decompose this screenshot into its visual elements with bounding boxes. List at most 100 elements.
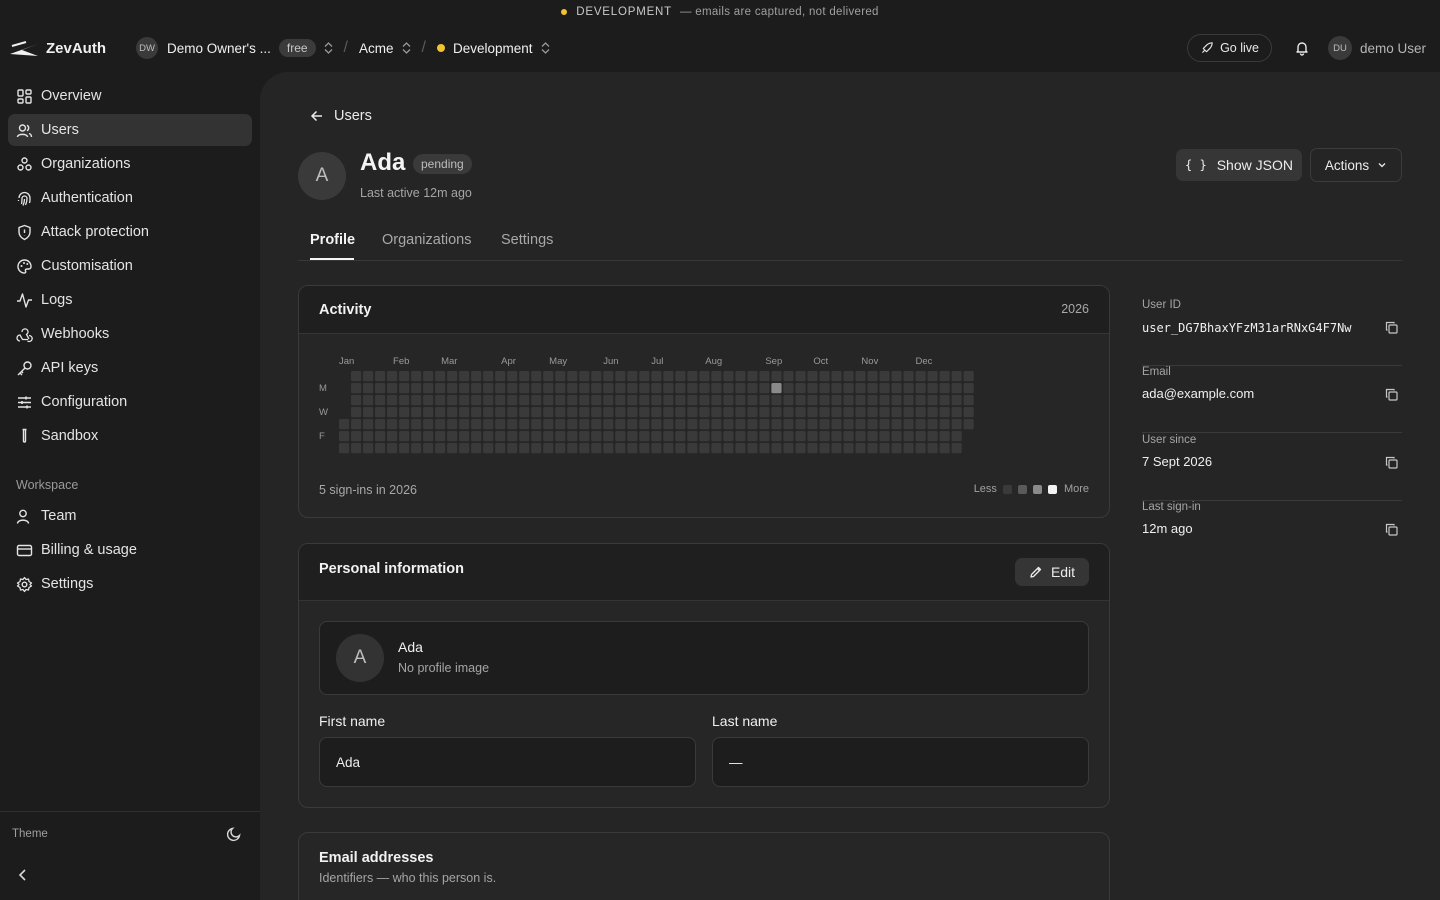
heatmap-cell [459, 383, 470, 394]
heatmap-cell [495, 371, 506, 382]
environment-name: Development [452, 40, 533, 56]
sidebar-item-settings[interactable]: Settings [8, 568, 252, 600]
collapse-sidebar-icon[interactable] [16, 868, 30, 885]
heatmap-cell [879, 419, 890, 430]
heatmap-cell [735, 431, 746, 442]
heatmap-cell [375, 443, 386, 454]
heatmap-cell [819, 371, 830, 382]
sidebar-item-api-keys[interactable]: API keys [8, 352, 252, 384]
sidebar: Overview Users Organizations Authenticat… [0, 72, 260, 900]
heatmap-cell [651, 443, 662, 454]
tab-settings[interactable]: Settings [501, 232, 553, 248]
heatmap-cell [399, 407, 410, 418]
environment-dot [561, 9, 568, 15]
copy-icon[interactable] [1385, 388, 1398, 404]
sidebar-item-attack-protection[interactable]: Attack protection [8, 216, 252, 248]
activity-title: Activity [319, 302, 372, 318]
legend-less: Less [973, 483, 997, 495]
sidebar-item-sandbox[interactable]: Sandbox [8, 420, 252, 452]
sidebar-item-billing[interactable]: Billing & usage [8, 534, 252, 566]
heatmap-cell [651, 371, 662, 382]
heatmap-cell [783, 383, 794, 394]
heatmap-cell [843, 419, 854, 430]
heatmap-cell [819, 395, 830, 406]
profile-avatar[interactable]: A [336, 634, 384, 682]
last-name-label: Last name [712, 713, 778, 729]
edit-button[interactable]: Edit [1015, 558, 1089, 586]
heatmap-cell [435, 419, 446, 430]
heatmap-cell [651, 431, 662, 442]
sidebar-item-overview[interactable]: Overview [8, 80, 252, 112]
heatmap-cell [507, 443, 518, 454]
heatmap-cell [651, 407, 662, 418]
heatmap-cell [531, 371, 542, 382]
heatmap-cell [891, 419, 902, 430]
copy-icon[interactable] [1385, 523, 1398, 539]
workspace-section-label: Workspace [16, 478, 79, 492]
heatmap-cell [891, 383, 902, 394]
activity-card: Activity 2026 Jan Feb Mar Apr May Jun Jul Aug Se… [298, 285, 1110, 518]
sidebar-item-webhooks[interactable]: Webhooks [8, 318, 252, 350]
user-menu[interactable]: DU demo User [1327, 36, 1426, 60]
heatmap-cell [687, 383, 698, 394]
heatmap-cell [627, 371, 638, 382]
environment-switcher[interactable]: Development [436, 40, 550, 56]
edit-label: Edit [1050, 564, 1076, 580]
heatmap-cell [807, 407, 818, 418]
sidebar-item-label: Organizations [41, 156, 131, 172]
heatmap-cell [831, 443, 842, 454]
show-json-button[interactable]: { } Show JSON [1176, 149, 1302, 181]
actions-button[interactable]: Actions [1310, 148, 1402, 182]
heatmap-cell [891, 431, 902, 442]
heatmap-cell [651, 419, 662, 430]
heatmap-cell [399, 431, 410, 442]
heatmap-cell [891, 443, 902, 454]
tab-profile[interactable]: Profile [310, 232, 355, 248]
back-to-users-link[interactable]: Users [310, 108, 372, 124]
heatmap-cell [447, 371, 458, 382]
meta-user-since: User since 7 Sept 2026 [1142, 434, 1402, 501]
last-name-field[interactable]: — [712, 737, 1089, 787]
signin-summary: 5 sign-ins in 2026 [319, 483, 417, 497]
heatmap-cell [555, 407, 566, 418]
heatmap-cell [927, 443, 938, 454]
notifications-button[interactable] [1294, 40, 1310, 56]
heatmap-cell [435, 383, 446, 394]
moon-icon[interactable] [226, 826, 242, 845]
heatmap-cell [363, 419, 374, 430]
meta-last-sign-in: Last sign-in 12m ago [1142, 501, 1402, 568]
environment-status-dot [436, 44, 445, 52]
heatmap-cell [495, 419, 506, 430]
heatmap-cell [675, 371, 686, 382]
org-switcher[interactable]: DW Demo Owner's ... free [136, 37, 333, 59]
sidebar-item-configuration[interactable]: Configuration [8, 386, 252, 418]
go-live-button[interactable]: Go live [1187, 34, 1272, 62]
heatmap-cell [663, 419, 674, 430]
sidebar-item-organizations[interactable]: Organizations [8, 148, 252, 180]
sidebar-item-team[interactable]: Team [8, 500, 252, 532]
heatmap-cell [675, 395, 686, 406]
heatmap-cell [723, 383, 734, 394]
heatmap-cell [759, 407, 770, 418]
heatmap-cell [651, 383, 662, 394]
legend-level-2 [1032, 484, 1042, 494]
sidebar-item-users[interactable]: Users [8, 114, 252, 146]
heatmap-cell [543, 431, 554, 442]
brand-logo[interactable]: ZevAuth [8, 36, 120, 60]
sidebar-item-customisation[interactable]: Customisation [8, 250, 252, 282]
sidebar-item-label: API keys [41, 360, 99, 376]
copy-icon[interactable] [1385, 321, 1398, 337]
breadcrumb-separator: / [421, 39, 426, 56]
app-switcher[interactable]: Acme [359, 41, 411, 56]
heatmap-cell [543, 395, 554, 406]
first-name-field[interactable]: Ada [319, 737, 696, 787]
sidebar-item-authentication[interactable]: Authentication [8, 182, 252, 214]
heatmap-cell [555, 419, 566, 430]
heatmap-cell [723, 443, 734, 454]
copy-icon[interactable] [1385, 456, 1398, 472]
heatmap-cell [591, 371, 602, 382]
tab-organizations[interactable]: Organizations [382, 232, 471, 248]
heatmap-cell [663, 407, 674, 418]
sidebar-item-logs[interactable]: Logs [8, 284, 252, 316]
meta-value: user_DG7BhaxYFzM31arRNxG4F7Nw [1142, 321, 1352, 335]
